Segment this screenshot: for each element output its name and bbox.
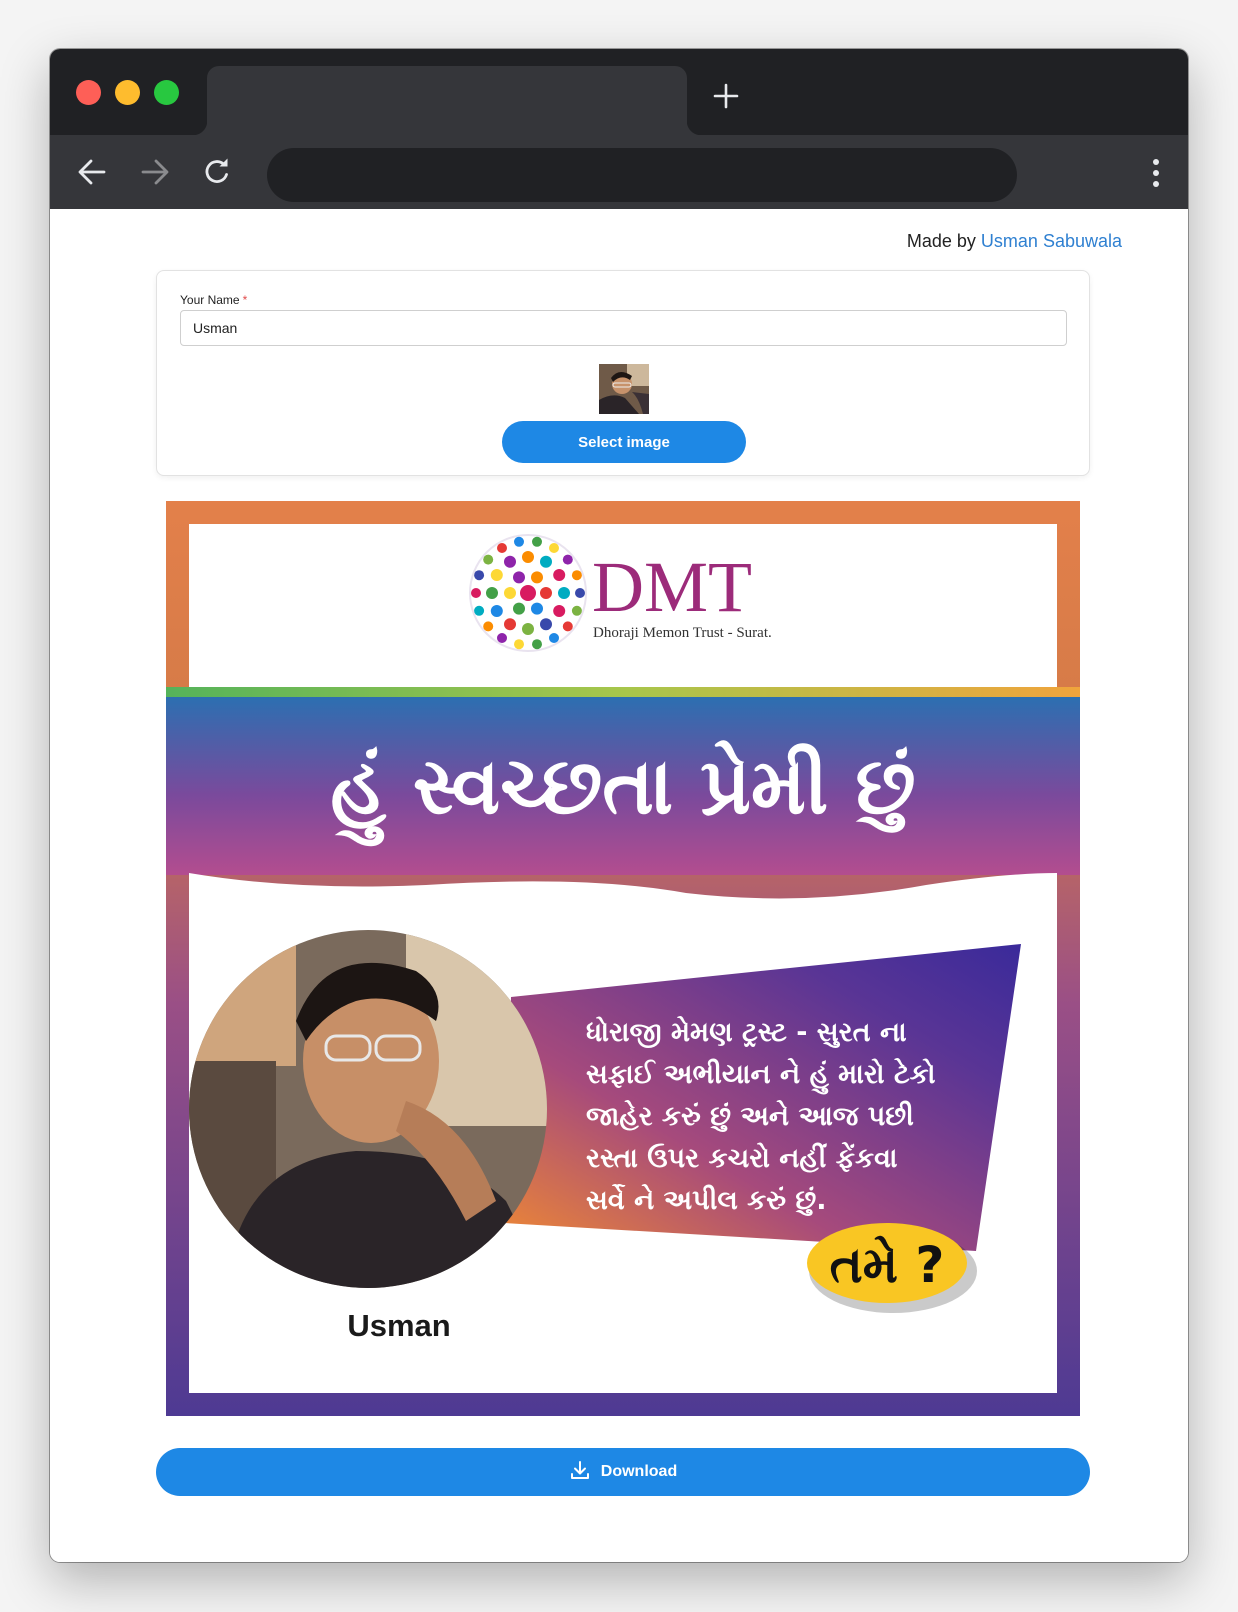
- logo-figure: [540, 555, 552, 568]
- logo-figure: [504, 618, 516, 631]
- logo-figure: [483, 621, 494, 632]
- selected-image-thumbnail: [599, 364, 649, 414]
- accent-stripe: [166, 687, 1080, 697]
- close-window-button[interactable]: [76, 80, 101, 105]
- logo-figure: [562, 554, 573, 565]
- logo-figure: [474, 570, 485, 581]
- logo-figure: [474, 605, 485, 616]
- minimize-window-button[interactable]: [115, 80, 140, 105]
- download-button[interactable]: Download: [156, 1448, 1090, 1496]
- logo-figure: [532, 536, 542, 547]
- download-label: Download: [600, 1463, 678, 1480]
- pledge-line: સફાઈ અભીયાન ને હું મારો ટેકો: [586, 1058, 936, 1095]
- download-icon: [569, 1459, 591, 1486]
- reload-icon[interactable]: [197, 152, 237, 192]
- address-bar[interactable]: [267, 148, 1017, 202]
- logo-figure: [483, 554, 494, 565]
- logo-figure: [571, 570, 582, 581]
- tab-bar: [50, 49, 1188, 135]
- logo-figure: [490, 569, 503, 581]
- person-name: Usman: [347, 1308, 450, 1343]
- dmt-logo-subtitle: Dhoraji Memon Trust - Surat.: [593, 625, 772, 641]
- logo-figure: [558, 587, 570, 599]
- name-field-label: Your Name *: [180, 293, 248, 307]
- browser-toolbar: [50, 135, 1188, 209]
- page-content: Made by Usman Sabuwala Your Name* Select…: [50, 209, 1188, 1562]
- dmt-logo-text: DMT: [592, 547, 752, 627]
- logo-figure: [549, 633, 559, 643]
- logo-figure: [504, 587, 516, 599]
- logo-figure: [513, 602, 525, 615]
- logo-figure: [540, 618, 552, 631]
- kebab-menu-icon[interactable]: [1150, 157, 1162, 189]
- logo-figure: [575, 588, 585, 598]
- forward-arrow-icon[interactable]: [135, 152, 175, 192]
- dmt-globe-logo: [469, 534, 587, 652]
- logo-figure: [549, 543, 559, 553]
- logo-figure: [486, 587, 498, 599]
- logo-figure: [504, 555, 516, 568]
- callout-text: તમે ?: [830, 1235, 945, 1294]
- name-input[interactable]: [180, 310, 1067, 346]
- new-tab-plus-icon[interactable]: [711, 81, 741, 111]
- pledge-line: ધોરાજી મેમણ ટ્રસ્ટ - સુરત ના: [586, 1016, 907, 1049]
- logo-figure: [520, 585, 536, 601]
- logo-figure: [471, 588, 481, 598]
- maximize-window-button[interactable]: [154, 80, 179, 105]
- logo-figure: [540, 587, 552, 599]
- back-arrow-icon[interactable]: [72, 152, 112, 192]
- logo-figure: [490, 605, 503, 617]
- headline: હું સ્વચ્છતા પ્રેમી છું: [330, 740, 915, 846]
- logo-figure: [497, 543, 507, 553]
- logo-figure: [522, 623, 534, 635]
- required-marker: *: [242, 293, 248, 307]
- logo-figure: [514, 536, 524, 547]
- author-link[interactable]: Usman Sabuwala: [981, 231, 1122, 251]
- logo-figure: [562, 621, 573, 632]
- logo-figure: [532, 639, 542, 650]
- browser-window: Made by Usman Sabuwala Your Name* Select…: [50, 49, 1188, 1562]
- logo-figure: [571, 605, 582, 616]
- logo-figure: [513, 571, 525, 584]
- browser-tab[interactable]: [193, 66, 701, 135]
- logo-figure: [514, 639, 524, 650]
- logo-figure: [522, 551, 534, 563]
- attribution: Made by Usman Sabuwala: [907, 231, 1122, 252]
- logo-figure: [553, 569, 566, 581]
- form-card: Your Name* Select image: [156, 270, 1090, 476]
- pledge-line: સર્વે ને અપીલ કરું છું.: [586, 1184, 827, 1217]
- logo-figure: [531, 602, 543, 615]
- select-image-button[interactable]: Select image: [502, 421, 746, 463]
- attribution-prefix: Made by: [906, 231, 976, 251]
- pledge-line: રસ્તા ઉપર કચરો નહીં ફેંકવા: [586, 1142, 898, 1174]
- pledge-line: જાહેર કરું છું અને આજ પછી: [586, 1100, 914, 1133]
- logo-figure: [531, 571, 543, 584]
- logo-figure: [497, 633, 507, 643]
- logo-figure: [553, 605, 566, 617]
- generated-poster: DMT Dhoraji Memon Trust - Surat. હું સ્વ…: [166, 501, 1080, 1416]
